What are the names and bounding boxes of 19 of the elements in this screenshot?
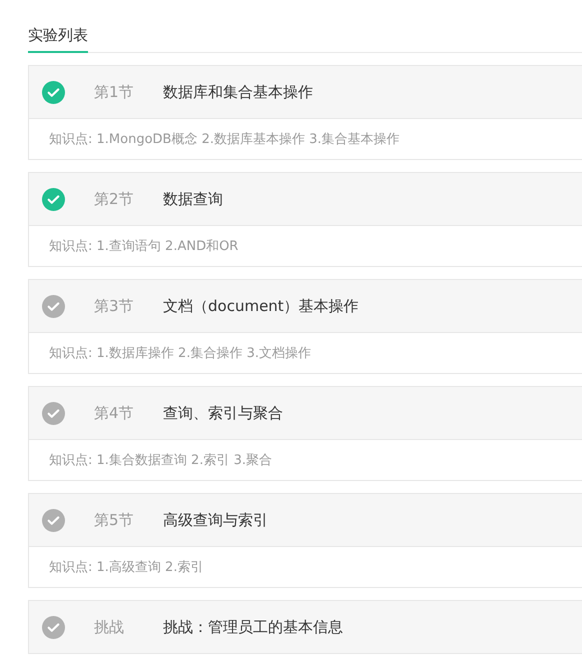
lab-title: 高级查询与索引 <box>163 510 268 530</box>
section-label: 第3节 <box>94 296 135 316</box>
section-label: 第2节 <box>94 190 135 208</box>
lab-header[interactable]: 第2节 数据查询 <box>29 173 582 226</box>
lab-header[interactable]: 挑战 挑战：管理员工的基本信息 <box>29 601 582 653</box>
section-label: 第4节 <box>94 404 135 422</box>
lab-title: 查询、索引与聚合 <box>163 404 283 422</box>
lab-title: 挑战：管理员工的基本信息 <box>163 618 343 636</box>
section-label: 第5节 <box>94 510 135 530</box>
lab-title: 文档（document）基本操作 <box>163 296 359 316</box>
lab-title: 数据库和集合基本操作 <box>163 82 313 102</box>
section-label: 第1节 <box>94 82 135 102</box>
lab-header[interactable]: 第3节 文档（document）基本操作 <box>29 280 582 333</box>
tab[interactable]: 实验列表 <box>28 22 88 53</box>
lab-title: 数据查询 <box>163 190 223 208</box>
lab-header[interactable]: 第4节 查询、索引与聚合 <box>29 387 582 440</box>
lab-header[interactable]: 第5节 高级查询与索引 <box>29 494 582 547</box>
lab-header[interactable]: 第1节 数据库和集合基本操作 <box>29 66 582 119</box>
section-label: 挑战 <box>94 618 125 636</box>
